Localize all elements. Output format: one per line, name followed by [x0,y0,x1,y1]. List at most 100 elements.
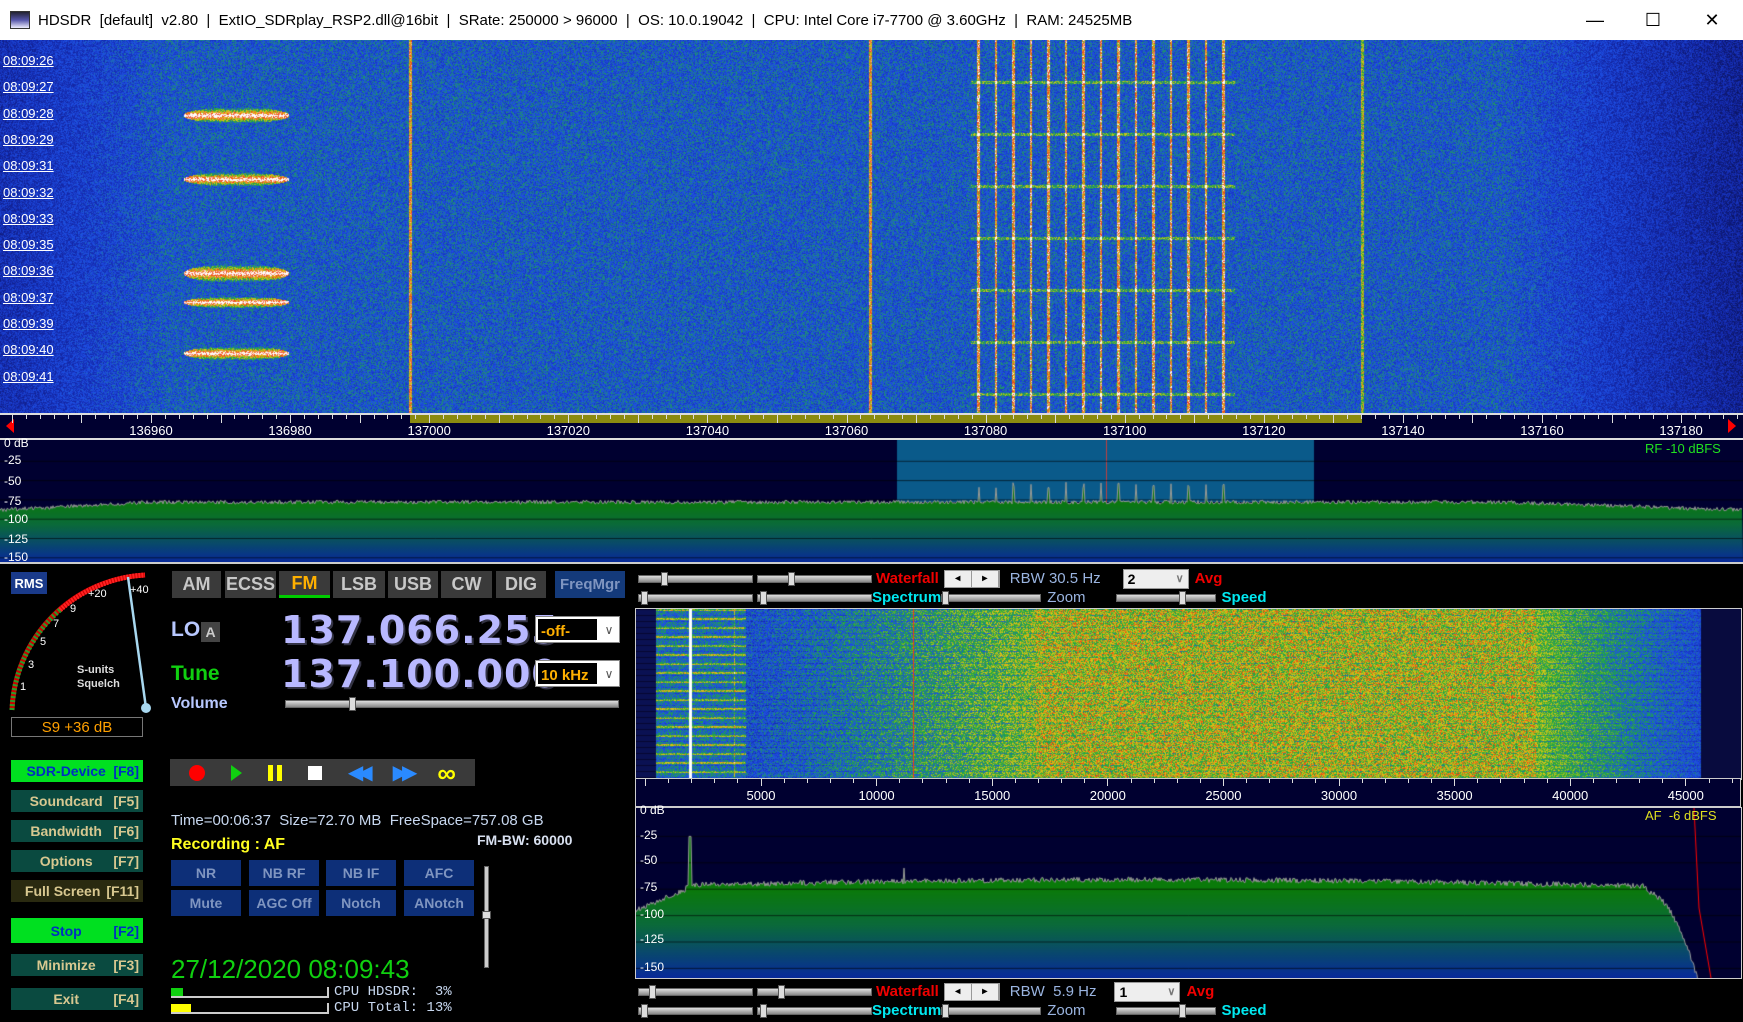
tune-step-dropdown[interactable]: 10 kHz ∨ [535,660,620,687]
axis-tick [1407,779,1409,783]
rewind-icon[interactable]: ◀◀ [348,760,373,785]
axis-tick [554,415,556,419]
nb-rf-button[interactable]: NB RF [249,860,319,886]
anotch-button[interactable]: ANotch [404,890,474,916]
app-icon [10,11,30,29]
zoom-slider[interactable] [941,1003,1042,1018]
record-icon[interactable] [188,764,205,781]
exit-button[interactable]: Exit [F4] [11,988,143,1010]
tune-frequency-display[interactable]: 137.100.000 [281,652,559,696]
fast-forward-icon[interactable]: ▶▶ [393,760,418,785]
volume-slider[interactable] [285,697,619,711]
af-axis-tick-label: 35000 [1436,788,1473,803]
loop-icon[interactable]: ∞ [437,760,456,786]
axis-tick [81,415,83,423]
options-button[interactable]: Options [F7] [11,850,143,872]
spectrum-brightness-slider[interactable] [638,590,753,605]
axis-tick [1194,415,1196,423]
speed-slider[interactable] [1115,590,1216,605]
af-db-label: -50 [640,853,658,867]
af-spectrum[interactable] [635,807,1742,979]
nb-if-button[interactable]: NB IF [326,860,396,886]
mode-button-lsb[interactable]: LSB [333,571,385,598]
rf-axis-tick-label: 136960 [129,423,173,438]
maximize-button[interactable]: ☐ [1625,0,1681,40]
axis-tick [568,415,570,423]
lo-step-dropdown[interactable]: -off- ∨ [535,616,620,643]
af-bottom-waterfall-controls: Waterfall ◂ ▸ RBW 5.9 Hz 1 ∨ Avg [638,981,1214,1002]
afc-button[interactable]: AFC [404,860,474,886]
waterfall-contrast-slider[interactable] [757,984,872,999]
cpu-hdsdr-bar [171,987,329,998]
lo-label: LO [171,618,201,641]
mute-button[interactable]: Mute [171,890,241,916]
af-frequency-axis[interactable]: 5000 10000 15000 20000 25000 30000 35000 40000 4… [635,778,1741,807]
axis-tick [1625,415,1627,419]
rf-waterfall[interactable] [0,40,1743,413]
notch-button[interactable]: Notch [326,890,396,916]
stop-button[interactable]: Stop [F2] [11,918,143,943]
cpu-total-bar [171,1003,329,1014]
scroll-right-icon[interactable] [1728,419,1736,433]
avg-label: Avg [1194,570,1223,587]
axis-tick [922,779,924,783]
spectrum-brightness-slider[interactable] [638,1003,753,1018]
af-waterfall[interactable] [635,608,1742,780]
volume-slider-thumb[interactable] [348,697,356,711]
waterfall-timestamp: 08:09:29 [3,131,54,147]
mode-button-am[interactable]: AM [172,571,221,598]
axis-tick [790,415,792,419]
axis-tick [1514,415,1516,419]
soundcard-button[interactable]: Soundcard [F5] [11,790,143,812]
axis-tick [304,415,305,419]
waterfall-brightness-slider[interactable] [638,984,753,999]
close-button[interactable]: ✕ [1684,0,1740,40]
arrow-right-icon[interactable]: ▸ [972,983,999,1000]
play-icon[interactable] [230,764,242,781]
arrow-right-icon[interactable]: ▸ [972,570,999,587]
minimize-button[interactable]: Minimize [F3] [11,954,143,976]
button-label: Options [39,853,93,869]
button-label: Stop [50,922,82,939]
rbw-stepper[interactable]: ◂ ▸ [943,982,1000,1001]
avg-dropdown[interactable]: 1 ∨ [1114,981,1181,1002]
axis-tick [1695,415,1696,419]
rbw-stepper[interactable]: ◂ ▸ [943,569,1000,588]
fm-bandwidth-thumb[interactable] [482,911,491,919]
stop-icon[interactable] [307,765,322,780]
mode-button-cw[interactable]: CW [441,571,492,598]
avg-dropdown[interactable]: 2 ∨ [1122,568,1189,589]
rf-spectrum[interactable] [0,440,1743,562]
nr-button[interactable]: NR [171,860,241,886]
cpu-total-text: CPU Total: 13% [334,1000,452,1016]
waterfall-contrast-slider[interactable] [757,571,872,586]
mode-button-dig[interactable]: DIG [496,571,546,598]
zoom-slider[interactable] [941,590,1042,605]
axis-tick [693,415,695,419]
axis-tick [1082,415,1084,419]
arrow-left-icon[interactable]: ◂ [945,983,972,1000]
spectrum-contrast-slider[interactable] [757,590,872,605]
arrow-left-icon[interactable]: ◂ [945,570,972,587]
freqmgr-button[interactable]: FreqMgr [555,571,625,598]
recording-info: Time=00:06:37 Size=72.70 MB FreeSpace=75… [171,812,544,829]
fm-bandwidth-slider[interactable] [482,866,491,968]
full-screen-button[interactable]: Full Screen [F11] [11,880,143,902]
waterfall-brightness-slider[interactable] [638,571,753,586]
speed-slider[interactable] [1115,1003,1216,1018]
bandwidth-button[interactable]: Bandwidth [F6] [11,820,143,842]
axis-tick [1277,415,1279,419]
minimize-button[interactable]: — [1567,0,1623,40]
axis-tick [735,415,737,419]
lo-frequency-display[interactable]: 137.066.255 [281,608,559,652]
sdr-device-button[interactable]: SDR-Device [F8] [11,760,143,782]
spectrum-contrast-slider[interactable] [757,1003,872,1018]
mode-button-ecss[interactable]: ECSS [225,571,276,598]
lo-lock-badge[interactable]: A [201,622,220,642]
pause-icon[interactable] [267,764,282,781]
af-axis-tick-label: 30000 [1320,788,1358,803]
mode-button-fm[interactable]: FM [279,571,330,598]
rf-frequency-axis[interactable]: 136960 136980 137000 137020 137040 137060 1370… [0,413,1743,440]
mode-button-usb[interactable]: USB [388,571,438,598]
agc-off-button[interactable]: AGC Off [249,890,319,916]
